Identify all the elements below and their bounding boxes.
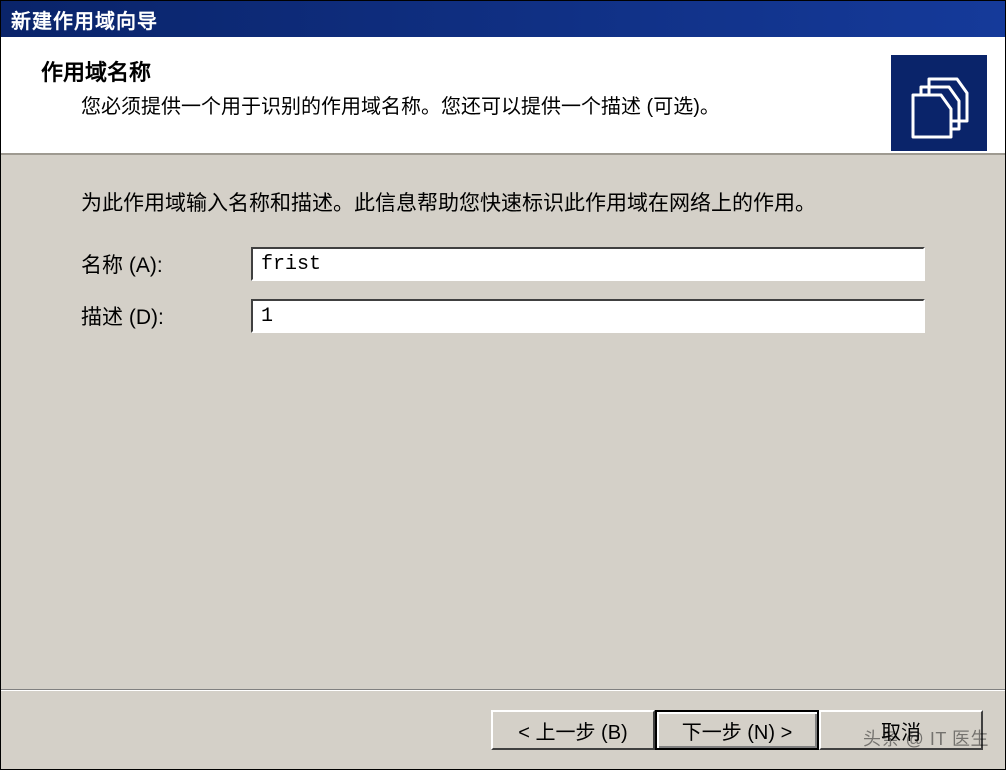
wizard-footer: < 上一步 (B) 下一步 (N) > 取消	[1, 691, 1005, 769]
header-title: 作用域名称	[41, 55, 891, 87]
description-label: 描述 (D):	[81, 301, 251, 331]
nav-button-group: < 上一步 (B) 下一步 (N) >	[491, 710, 819, 750]
name-label: 名称 (A):	[81, 249, 251, 279]
name-input[interactable]	[251, 247, 925, 281]
header-subtitle: 您必须提供一个用于识别的作用域名称。您还可以提供一个描述 (可选)。	[81, 93, 891, 121]
back-button[interactable]: < 上一步 (B)	[491, 710, 655, 750]
name-row: 名称 (A):	[81, 247, 925, 281]
next-button[interactable]: 下一步 (N) >	[655, 710, 819, 750]
body-description: 为此作用域输入名称和描述。此信息帮助您快速标识此作用域在网络上的作用。	[81, 189, 925, 219]
description-input[interactable]	[251, 299, 925, 333]
wizard-window: 新建作用域向导 作用域名称 您必须提供一个用于识别的作用域名称。您还可以提供一个…	[0, 0, 1006, 770]
description-row: 描述 (D):	[81, 299, 925, 333]
folders-icon	[891, 55, 987, 151]
header-text: 作用域名称 您必须提供一个用于识别的作用域名称。您还可以提供一个描述 (可选)。	[41, 55, 891, 121]
titlebar[interactable]: 新建作用域向导	[1, 1, 1005, 37]
window-title: 新建作用域向导	[11, 5, 158, 34]
wizard-header: 作用域名称 您必须提供一个用于识别的作用域名称。您还可以提供一个描述 (可选)。	[1, 37, 1005, 155]
wizard-body: 为此作用域输入名称和描述。此信息帮助您快速标识此作用域在网络上的作用。 名称 (…	[1, 155, 1005, 689]
cancel-button[interactable]: 取消	[819, 710, 983, 750]
